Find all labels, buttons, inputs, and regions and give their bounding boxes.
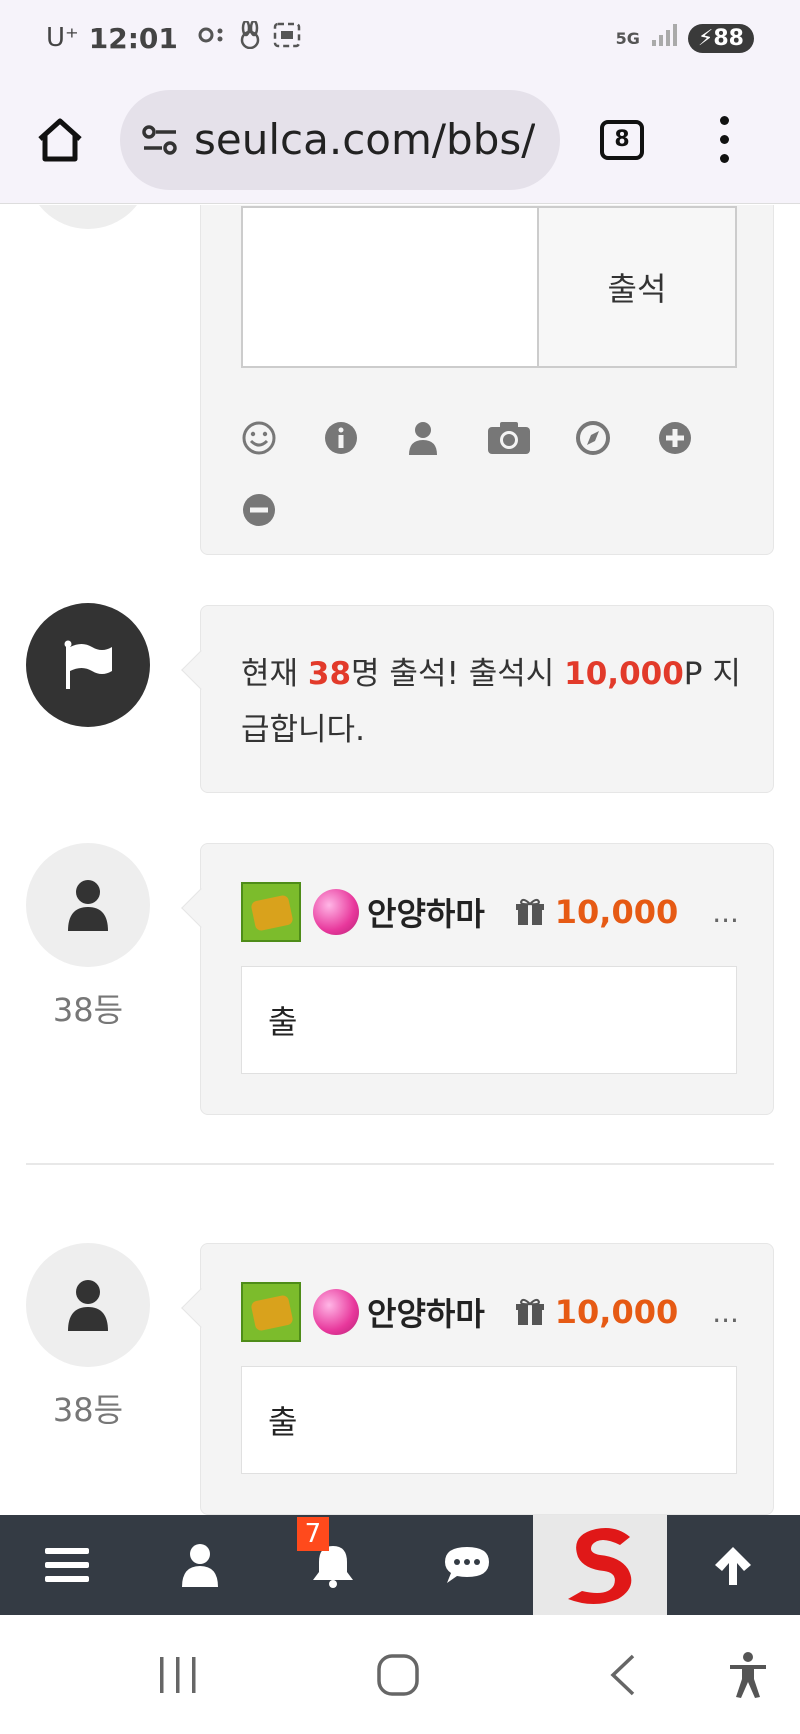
avatar [26, 843, 150, 967]
tab-switcher-button[interactable]: 8 [600, 119, 644, 160]
chat-icon [444, 1547, 489, 1583]
network-5g-icon: 5G [615, 28, 640, 48]
status-bar: U⁺ 12:01 5G ⚡88 [0, 0, 800, 76]
level-icon [241, 1282, 301, 1342]
avatar [26, 1243, 150, 1367]
carrier-label: U⁺ [46, 23, 79, 53]
back-button[interactable] [592, 1645, 652, 1705]
url-text: seulca.com/bbs/ [194, 115, 536, 164]
recents-icon [160, 1657, 196, 1693]
back-icon [610, 1654, 635, 1696]
notice-text: 현재 38명 출석! 출석시 10,000P 지급합니다. [241, 656, 741, 748]
nickname[interactable]: 안양하마 [367, 1289, 485, 1335]
notice-avatar [26, 603, 150, 727]
browser-toolbar: seulca.com/bbs/ 8 [0, 76, 800, 204]
system-nav-bar [0, 1615, 800, 1734]
attendance-notice: 현재 38명 출석! 출석시 10,000P 지급합니다. [181, 605, 774, 793]
user-icon [181, 1544, 218, 1587]
site-logo [567, 1528, 632, 1604]
rank-label: 38등 [52, 991, 124, 1029]
accessibility-icon [730, 1652, 766, 1698]
tab-count: 8 [614, 127, 630, 152]
attendance-compose-panel: 출석 [200, 205, 774, 555]
arrow-up-icon [715, 1547, 752, 1585]
site-settings-icon[interactable] [140, 120, 180, 160]
more-menu-button[interactable] [714, 116, 734, 163]
scroll-top-button[interactable] [667, 1515, 800, 1615]
points-value: 10,000 [554, 893, 679, 931]
plus-circle-icon[interactable] [655, 418, 695, 458]
battery-level: 88 [713, 25, 744, 51]
divider [26, 1163, 774, 1165]
clock: 12:01 [88, 21, 178, 55]
recents-button[interactable] [148, 1645, 208, 1705]
camera-icon[interactable] [485, 418, 533, 458]
link-icon [198, 23, 228, 53]
emoji-icon[interactable] [239, 418, 279, 458]
rabbit-icon [238, 19, 262, 55]
compass-icon[interactable] [573, 418, 613, 458]
grade-gem-icon [313, 1289, 359, 1335]
comment-card: 안양하마 10,000 ... 출 [181, 843, 774, 1115]
comment-textarea[interactable] [241, 206, 537, 368]
more-options-button[interactable]: ... [712, 896, 739, 929]
info-icon[interactable] [321, 418, 361, 458]
home-button[interactable] [0, 76, 120, 204]
nickname[interactable]: 안양하마 [367, 889, 485, 935]
flag-icon [64, 640, 112, 689]
home-nav-button[interactable] [368, 1645, 428, 1705]
comment-card: 안양하마 10,000 ... 출 [181, 1243, 774, 1515]
signal-icon [650, 22, 678, 54]
address-bar[interactable]: seulca.com/bbs/ [120, 89, 560, 190]
site-bottom-nav: 7 [0, 1515, 800, 1615]
user-icon [68, 1280, 108, 1331]
notification-badge: 7 [296, 1517, 330, 1551]
minus-circle-icon[interactable] [239, 490, 279, 530]
menu-button[interactable] [0, 1515, 133, 1615]
points-value: 10,000 [554, 1293, 679, 1331]
grade-gem-icon [313, 889, 359, 935]
reward-points: 10,000 [564, 656, 684, 692]
site-logo-button[interactable] [533, 1515, 667, 1615]
battery-indicator: ⚡88 [687, 23, 754, 53]
profile-button[interactable] [133, 1515, 266, 1615]
notifications-button[interactable]: 7 [267, 1515, 400, 1615]
rank-label: 38등 [52, 1391, 124, 1429]
screenshot-icon [272, 21, 302, 55]
chat-button[interactable] [400, 1515, 533, 1615]
gift-icon [515, 1298, 544, 1325]
more-options-button[interactable]: ... [712, 1296, 739, 1329]
comment-body: 출 [241, 1366, 737, 1474]
comment-body: 출 [241, 966, 737, 1074]
level-icon [241, 882, 301, 942]
attendance-count: 38 [307, 656, 352, 692]
attend-submit-button[interactable]: 출석 [537, 206, 737, 368]
avatar [26, 205, 150, 229]
gift-icon [515, 898, 544, 925]
accessibility-button[interactable] [718, 1645, 778, 1705]
home-circle-icon [377, 1654, 419, 1696]
home-icon [38, 118, 82, 161]
comment-feed: 출석 현재 38명 출석! 출석시 10,000P 지급합니다. 38등 안양하… [0, 205, 800, 1515]
menu-icon [44, 1548, 89, 1582]
user-icon[interactable] [403, 418, 443, 458]
user-icon [68, 880, 108, 931]
